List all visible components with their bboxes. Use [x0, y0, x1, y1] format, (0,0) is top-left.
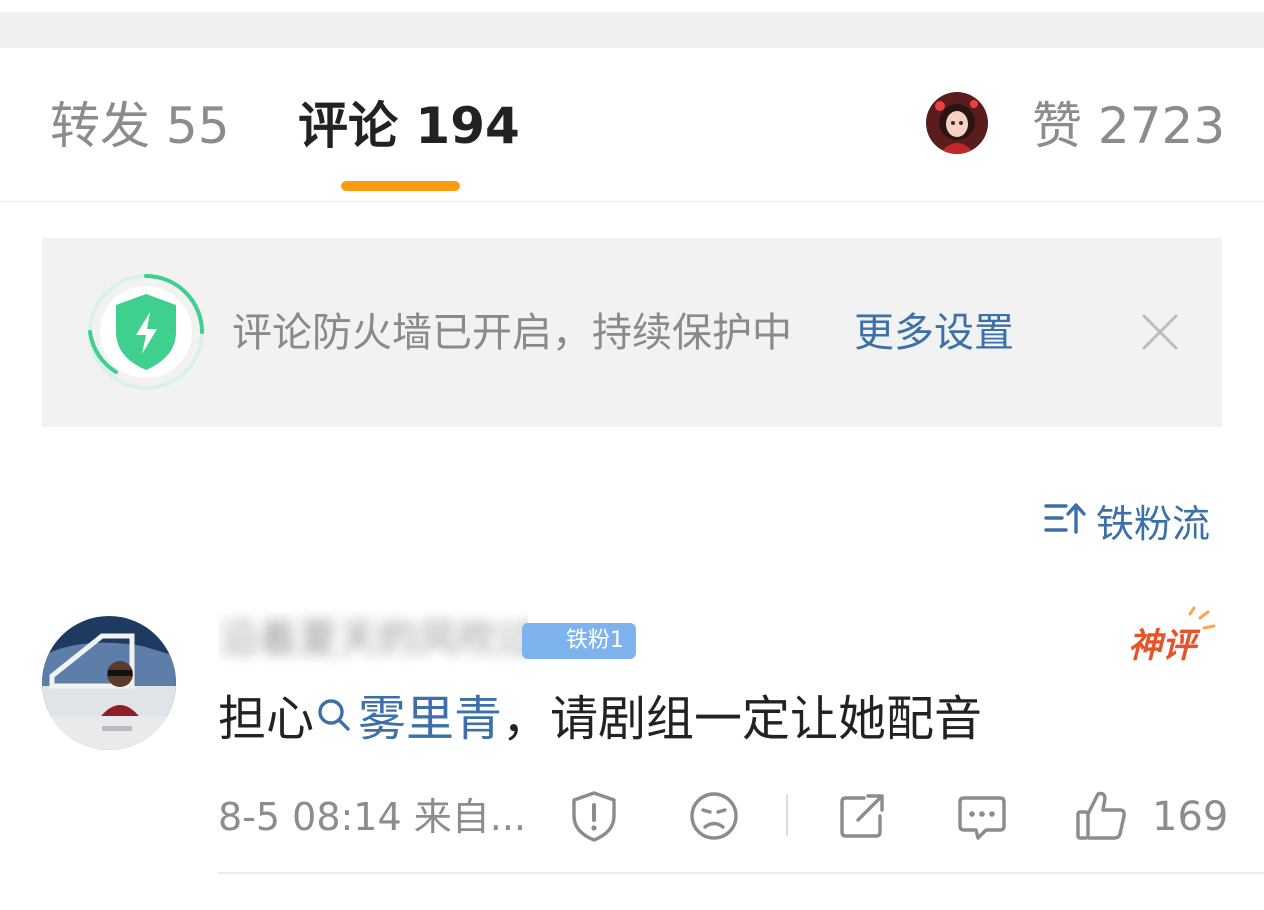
- thumbs-up-icon[interactable]: [1074, 788, 1130, 844]
- comment-meta: 8-5 08:14 来自...: [218, 795, 526, 839]
- shield-icon: [86, 272, 206, 392]
- comment-text-before: 担心: [218, 691, 315, 747]
- topic-label: 雾里青: [358, 691, 503, 747]
- active-tab-indicator: [341, 181, 460, 191]
- hot-comment-label: 神评: [1128, 626, 1196, 666]
- more-settings-link[interactable]: 更多设置: [854, 308, 1014, 358]
- topic-link[interactable]: 雾里青: [314, 688, 502, 750]
- comment-divider: [218, 872, 1264, 874]
- action-divider: [786, 794, 788, 836]
- banner-text: 评论防火墙已开启，持续保护中: [232, 310, 792, 356]
- sort-label: 铁粉流: [1096, 501, 1211, 546]
- sort-icon: [1044, 500, 1088, 540]
- tab-comment[interactable]: 评论 194: [298, 96, 520, 156]
- liker-avatar[interactable]: [926, 92, 988, 154]
- commenter-avatar[interactable]: [42, 616, 176, 750]
- reply-comment-icon[interactable]: [954, 788, 1010, 844]
- report-icon[interactable]: [566, 788, 622, 844]
- share-icon[interactable]: [834, 788, 890, 844]
- fan-badge: 铁粉1: [522, 623, 636, 659]
- commenter-name-text: 沿着夏天的风吹过来: [218, 616, 528, 662]
- tab-likes[interactable]: 赞 2723: [1032, 96, 1225, 156]
- tab-bar: 转发 55 评论 194 赞 2723: [0, 48, 1264, 202]
- commenter-name[interactable]: 沿着夏天的风吹过来: [218, 606, 528, 666]
- comment-firewall-banner: 评论防火墙已开启，持续保护中 更多设置: [42, 238, 1222, 427]
- like-count: 169: [1152, 794, 1229, 840]
- comment-text: 担心 雾里青 ，请剧组一定让她配音: [218, 688, 982, 750]
- tab-repost[interactable]: 转发 55: [50, 96, 230, 156]
- search-icon: [314, 688, 358, 750]
- sort-selector[interactable]: 铁粉流: [1044, 494, 1210, 546]
- hot-comment-tag: 神评: [1126, 606, 1216, 666]
- dislike-face-icon[interactable]: [686, 788, 742, 844]
- close-icon[interactable]: [1140, 312, 1180, 352]
- comment-text-after: ，请剧组一定让她配音: [502, 691, 983, 747]
- top-strip: [0, 0, 1264, 48]
